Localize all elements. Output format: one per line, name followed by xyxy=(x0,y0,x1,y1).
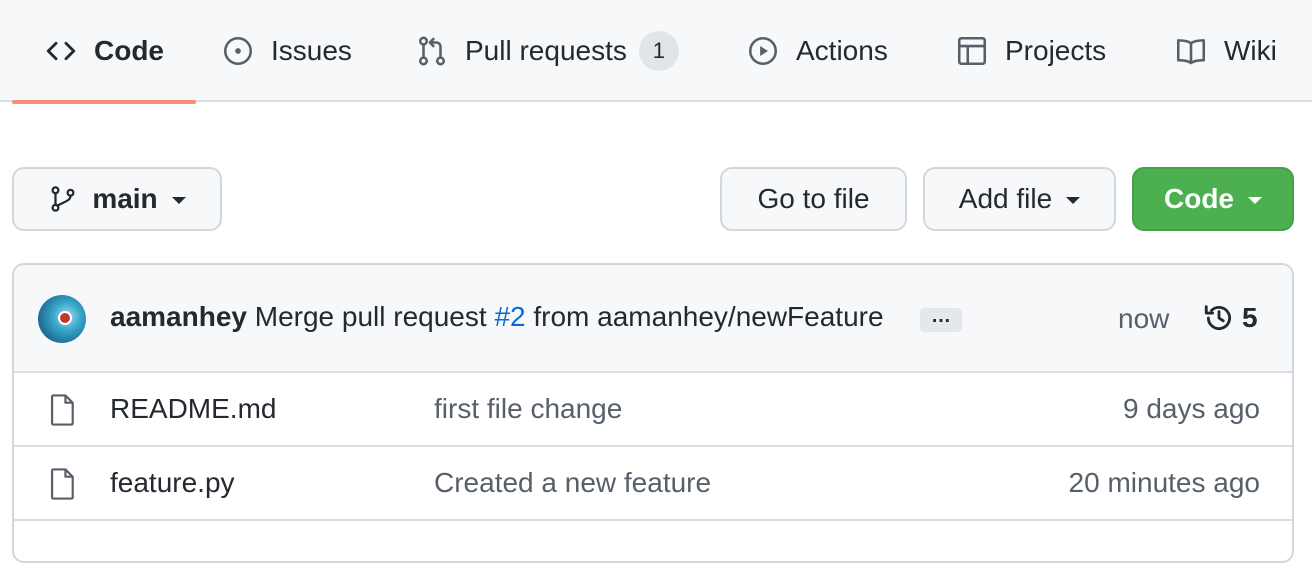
tab-issues[interactable]: Issues xyxy=(221,0,352,102)
commit-count: 5 xyxy=(1242,302,1258,333)
add-file-button[interactable]: Add file xyxy=(923,167,1116,231)
pull-requests-counter: 1 xyxy=(638,31,679,71)
tab-issues-label: Issues xyxy=(271,35,352,66)
branch-name: main xyxy=(92,183,158,214)
code-button-label: Code xyxy=(1164,183,1234,214)
tab-code-label: Code xyxy=(94,35,164,66)
git-branch-icon xyxy=(51,186,75,212)
issue-opened-icon xyxy=(223,36,253,66)
file-commit-message[interactable]: first file change xyxy=(434,393,622,425)
avatar[interactable] xyxy=(38,295,86,343)
tab-wiki-label: Wiki xyxy=(1224,35,1277,66)
commit-author[interactable]: aamanhey xyxy=(110,301,247,332)
go-to-file-button[interactable]: Go to file xyxy=(720,167,907,231)
chevron-down-icon xyxy=(1248,196,1262,204)
commit-message-prefix[interactable]: Merge pull request xyxy=(255,301,487,332)
expand-commit-button[interactable]: … xyxy=(920,306,962,332)
code-icon xyxy=(46,41,76,61)
pr-link[interactable]: #2 xyxy=(494,301,525,332)
tab-code[interactable]: Code xyxy=(12,0,196,104)
file-row[interactable]: README.md first file change 9 days ago xyxy=(14,373,1292,447)
chevron-down-icon xyxy=(171,196,186,204)
tab-projects[interactable]: Projects xyxy=(955,0,1106,102)
git-pull-request-icon xyxy=(418,36,446,66)
tab-actions[interactable]: Actions xyxy=(746,0,888,102)
add-file-label: Add file xyxy=(958,183,1053,214)
file-name[interactable]: README.md xyxy=(110,393,276,425)
tab-wiki[interactable]: Wiki xyxy=(1174,0,1277,102)
file-icon xyxy=(50,468,74,500)
tab-pull-requests[interactable]: Pull requests 1 xyxy=(415,0,679,102)
history-icon xyxy=(1204,305,1231,331)
file-commit-message[interactable]: Created a new feature xyxy=(434,467,711,499)
commit-time[interactable]: now xyxy=(1118,303,1169,335)
book-icon xyxy=(1176,39,1206,65)
commit-history-link[interactable]: 5 xyxy=(1202,301,1258,335)
tab-actions-label: Actions xyxy=(796,35,888,66)
play-icon xyxy=(748,36,778,66)
repo-nav: Code Issues Pull requests 1 Actions Proj… xyxy=(0,0,1312,104)
tab-pull-requests-label: Pull requests xyxy=(465,35,627,66)
file-name[interactable]: feature.py xyxy=(110,467,235,499)
file-icon xyxy=(50,394,74,426)
latest-commit-bar: aamanhey Merge pull request #2 from aama… xyxy=(14,265,1292,373)
chevron-down-icon xyxy=(1066,196,1081,204)
tab-projects-label: Projects xyxy=(1005,35,1107,66)
code-button[interactable]: Code xyxy=(1132,167,1294,231)
branch-select-button[interactable]: main xyxy=(12,167,222,231)
commit-summary: aamanhey Merge pull request #2 from aama… xyxy=(110,301,884,333)
file-browser: aamanhey Merge pull request #2 from aama… xyxy=(12,263,1294,563)
table-icon xyxy=(957,36,987,66)
file-commit-time: 20 minutes ago xyxy=(1068,467,1260,498)
file-row[interactable]: feature.py Created a new feature 20 minu… xyxy=(14,447,1292,521)
commit-message-suffix[interactable]: from aamanhey/newFeature xyxy=(533,301,883,332)
file-commit-time: 9 days ago xyxy=(1123,393,1260,424)
